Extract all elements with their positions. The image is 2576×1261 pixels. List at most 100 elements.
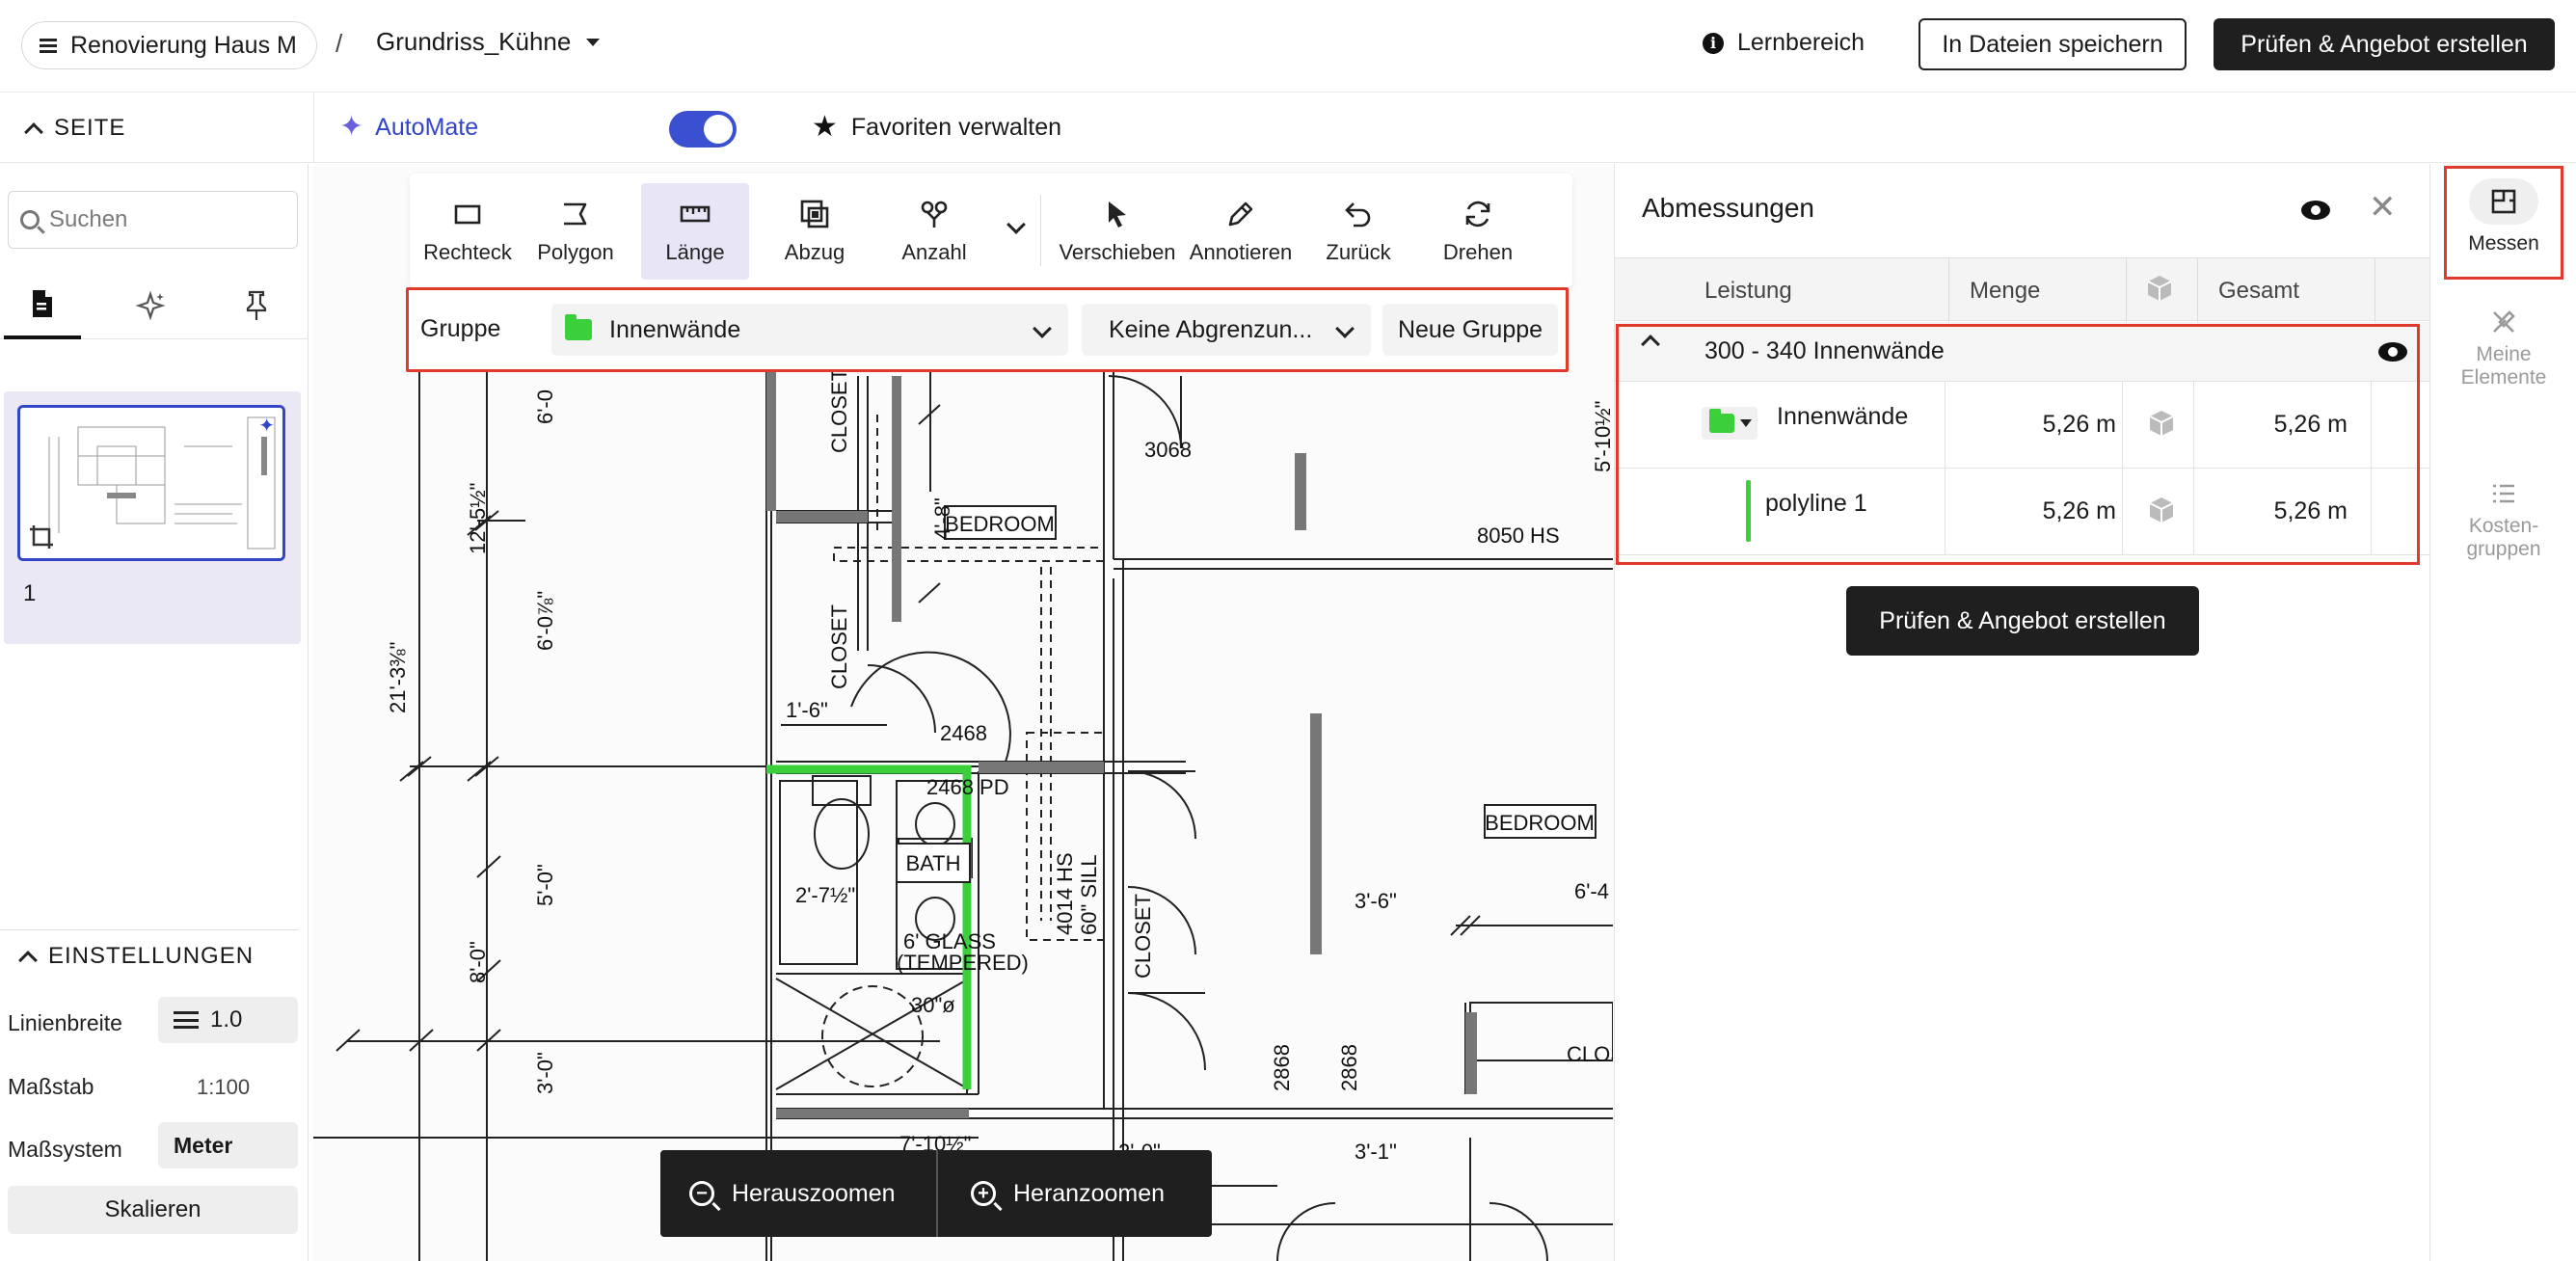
tool-count[interactable]: Anzahl [880,183,988,280]
tab-pages[interactable] [4,272,81,339]
project-name: Renovierung Haus M [70,31,297,59]
dim-4-8: 4'-8" [930,497,954,540]
automate-toggle[interactable] [669,111,737,148]
right-rail: Messen Meine Elemente Kosten-gruppen [2429,164,2576,1261]
cube-icon [2147,276,2172,301]
zoom-out-label: Herauszoomen [732,1179,896,1207]
new-group-button[interactable]: Neue Gruppe [1382,304,1558,356]
list-icon [2493,484,2514,503]
door-label-3068: 3068 [1144,438,1192,462]
rail-my-elements-label: Meine Elemente [2460,343,2547,389]
tool-move[interactable]: Verschieben [1058,183,1177,280]
project-menu-button[interactable]: Renovierung Haus M [21,21,317,69]
tab-pinned[interactable] [218,272,295,339]
column-header-total: Gesamt [2218,278,2300,304]
tool-polygon[interactable]: Polygon [522,183,630,280]
settings-title: EINSTELLUNGEN [48,943,255,969]
column-header-service: Leistung [1704,278,1792,304]
thumbnail-plan-image [20,408,282,558]
manage-favorites-button[interactable]: ★ Favoriten verwalten [812,113,1061,142]
tool-label: Annotieren [1189,240,1293,264]
boundary-select[interactable]: Keine Abgrenzun... [1082,304,1371,356]
line-width-select[interactable]: 1.0 [158,997,298,1043]
page-section-toggle[interactable]: SEITE [24,115,125,142]
rail-measure[interactable]: Messen [2444,166,2563,280]
room-label-closet-3: CLOSET [1131,894,1155,979]
tool-label: Anzahl [901,240,967,264]
room-label-bedroom-1: BEDROOM [945,512,1055,536]
tool-annotate[interactable]: Annotieren [1181,183,1301,280]
document-icon [33,290,52,317]
rotate-icon [1465,201,1490,228]
scale-value: 1:100 [197,1075,251,1099]
zoom-out-button[interactable]: − Herauszoomen [689,1150,896,1237]
line-width-value: 1.0 [210,1006,243,1033]
tool-length[interactable]: Länge [641,183,749,280]
measure-icon-wrap [2469,178,2538,225]
dim-21-3: 21'-3⅜" [386,642,410,713]
group-label: Gruppe [420,315,501,342]
tab-ai[interactable] [112,272,189,339]
check-offer-button[interactable]: Prüfen & Angebot erstellen [2214,18,2555,70]
tool-label: Abzug [784,240,845,264]
zoom-in-label: Heranzoomen [1013,1179,1166,1207]
file-dropdown[interactable]: Grundriss_Kühne [376,27,601,57]
tool-undo[interactable]: Zurück [1304,183,1412,280]
calibrate-button[interactable]: Skalieren [8,1186,298,1234]
file-name: Grundriss_Kühne [376,27,572,56]
table-header: Leistung Menge Gesamt [1615,257,2430,322]
dim-12-5: 12'-5½" [466,483,490,554]
close-icon[interactable]: ✕ [2369,191,2397,224]
tool-label: Polygon [537,240,614,264]
drawing-canvas[interactable]: BEDROOM BEDROOM BATH CLOSET CLOSET CLOSE… [313,164,1613,1261]
chevron-down-icon [1335,319,1355,338]
rail-cost-groups[interactable]: Kosten-gruppen [2444,480,2563,561]
tool-rectangle[interactable]: Rechteck [414,183,522,280]
divider [1040,195,1041,266]
tool-label: Länge [665,240,725,264]
left-sidebar: ✦ 1 EINSTELLUNGEN Linienbreite 1.0 Maßst… [0,164,309,1261]
window-label-4014: 4014 HS [1053,852,1077,935]
zoom-in-button[interactable]: + Heranzoomen [971,1150,1165,1237]
group-value: Innenwände [609,315,741,343]
count-icon [921,201,948,228]
rail-my-elements[interactable]: Meine Elemente [2444,309,2563,389]
sparkle-icon: ✦ [339,111,364,143]
tool-label: Drehen [1442,240,1514,264]
dim-5-10: 5'-10½" [1591,401,1613,472]
page-thumbnail-item[interactable]: ✦ 1 [4,391,301,644]
info-icon: i [1703,32,1724,54]
folder-icon [565,314,592,340]
dim-6-4: 6'-4 [1574,879,1609,903]
more-tools-dropdown[interactable] [1004,215,1031,245]
tool-label: Zurück [1326,240,1391,264]
star-icon: ★ [812,111,838,143]
visibility-eye-icon[interactable] [2301,201,2330,220]
group-select[interactable]: Innenwände [551,304,1068,356]
tool-subtract[interactable]: Abzug [761,183,869,280]
dim-1-6: 1'-6" [786,698,828,722]
dim-2-7: 2'-7½" [795,883,855,907]
learn-link[interactable]: i Lernbereich [1703,29,1865,57]
divider [2197,258,2198,322]
door-label-2468pd: 2468 PD [926,775,1009,799]
panel-check-offer-button[interactable]: Prüfen & Angebot erstellen [1846,586,2199,656]
sill-label: 60" SILL [1077,854,1101,935]
crop-icon [30,525,53,549]
unit-select[interactable]: Meter [158,1122,298,1168]
line-width-icon [174,1011,199,1029]
settings-toggle[interactable]: EINSTELLUNGEN [18,943,255,970]
tool-rotate[interactable]: Drehen [1424,183,1532,280]
search-box[interactable] [8,191,298,249]
chevron-up-icon [18,950,38,970]
ai-badge-icon: ✦ [258,416,275,437]
save-to-files-button[interactable]: In Dateien speichern [1919,18,2187,70]
room-label-bedroom-2: BEDROOM [1485,811,1595,835]
zoom-out-icon: − [689,1181,714,1206]
divider [0,929,299,930]
search-icon [20,210,40,229]
dim-5-0: 5'-0" [533,864,557,906]
dim-6-0-7: 6'-0⅞" [533,591,557,651]
search-input[interactable] [49,206,281,233]
zoom-controls: − Herauszoomen + Heranzoomen [660,1150,1212,1237]
